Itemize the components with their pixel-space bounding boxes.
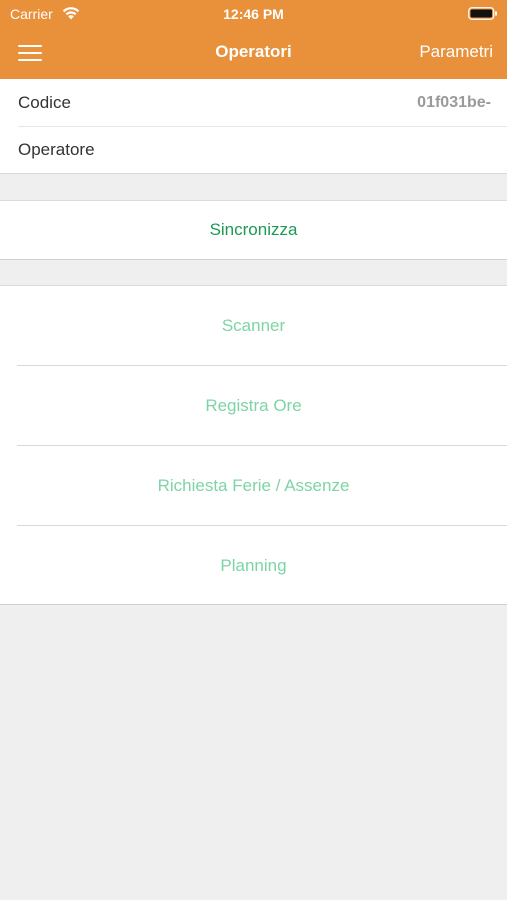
parametri-button[interactable]: Parametri (419, 42, 493, 62)
operator-info-group: Codice 01f031be- Operatore (0, 79, 507, 174)
menu-item-richiesta-ferie[interactable]: Richiesta Ferie / Assenze (0, 446, 507, 525)
status-time: 12:46 PM (223, 6, 284, 22)
app-header: Carrier 12:46 PM Operatori Parametri (0, 0, 507, 79)
codice-row: Codice 01f031be- (0, 79, 507, 126)
codice-value: 01f031be- (417, 94, 491, 111)
menu-item-scanner[interactable]: Scanner (0, 286, 507, 365)
menu-item-registra-ore[interactable]: Registra Ore (0, 366, 507, 445)
battery-icon (468, 7, 497, 20)
sync-group: Sincronizza (0, 200, 507, 260)
sincronizza-button[interactable]: Sincronizza (0, 201, 507, 259)
menu-item-planning[interactable]: Planning (0, 526, 507, 605)
main-menu-list: Scanner Registra Ore Richiesta Ferie / A… (0, 285, 507, 605)
navigation-bar: Operatori Parametri (0, 28, 507, 79)
codice-label: Codice (18, 93, 71, 112)
operatore-row: Operatore (0, 126, 507, 173)
status-bar: Carrier 12:46 PM (0, 0, 507, 28)
operatore-label: Operatore (18, 140, 95, 159)
